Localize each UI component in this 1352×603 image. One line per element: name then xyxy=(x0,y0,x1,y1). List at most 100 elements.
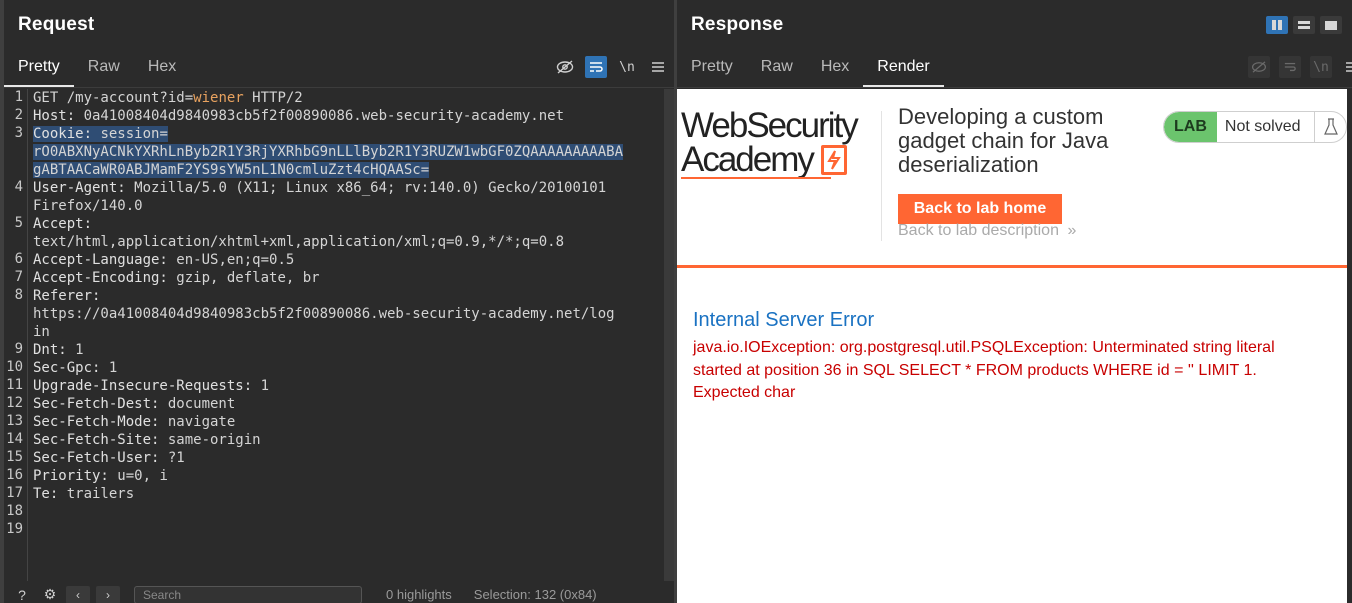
line-number: 4 xyxy=(14,179,23,195)
code-line[interactable]: Host: 0a41008404d9840983cb5f2f00890086.w… xyxy=(33,107,659,125)
code-line[interactable]: Referer: xyxy=(33,287,659,305)
search-next-button[interactable]: › xyxy=(96,585,120,603)
code-line[interactable]: GET /my-account?id=wiener HTTP/2 xyxy=(33,89,659,107)
header-name: Priority: xyxy=(33,468,118,484)
error-title: Internal Server Error xyxy=(693,309,875,331)
code-line[interactable]: Dnt: 1 xyxy=(33,341,659,359)
back-to-lab-description-link[interactable]: Back to lab description » xyxy=(898,222,1076,240)
request-tab-pretty[interactable]: Pretty xyxy=(4,50,74,88)
header-rule xyxy=(677,265,1347,268)
line-number: 16 xyxy=(6,467,23,483)
header-value: trailers xyxy=(66,486,135,502)
header-value: in xyxy=(33,324,50,340)
code-line[interactable]: Sec-Fetch-Dest: document xyxy=(33,395,659,413)
newline-toggle-button[interactable]: \n xyxy=(616,56,638,78)
code-line[interactable]: text/html,application/xhtml+xml,applicat… xyxy=(33,233,659,251)
header-name: Te: xyxy=(33,486,67,502)
header-value: GET /my-account?id= xyxy=(33,90,194,106)
line-number: 19 xyxy=(6,521,23,537)
header-value: u=0, i xyxy=(117,468,168,484)
settings-gear-icon[interactable]: ⚙ xyxy=(40,585,60,603)
lab-title: Developing a custom gadget chain for Jav… xyxy=(898,104,1109,177)
line-number: 6 xyxy=(14,251,23,267)
code-line[interactable]: Accept-Encoding: gzip, deflate, br xyxy=(33,269,659,287)
layout-side-by-side-icon[interactable] xyxy=(1266,16,1288,34)
layout-single-icon[interactable] xyxy=(1320,16,1342,34)
header-name: Sec-Fetch-Site: xyxy=(33,432,168,448)
request-scrollbar[interactable] xyxy=(664,89,674,581)
header-value: en-US,en;q=0.5 xyxy=(176,252,295,268)
line-number: 11 xyxy=(6,377,23,393)
layout-stacked-icon[interactable] xyxy=(1293,16,1315,34)
code-line[interactable]: Priority: u=0, i xyxy=(33,467,659,485)
code-line[interactable]: Sec-Fetch-Site: same-origin xyxy=(33,431,659,449)
request-tab-hex[interactable]: Hex xyxy=(134,50,190,88)
header-value: session= xyxy=(100,126,168,142)
menu-icon[interactable] xyxy=(1341,56,1352,78)
error-message: java.io.IOException: org.postgresql.util… xyxy=(693,339,1275,401)
line-number-gutter: 1 2 3 4 5 6 7 8 9 10 11 12 13 14 15 16 17 18 19 xyxy=(4,89,28,581)
header-name: Sec-Fetch-User: xyxy=(33,450,168,466)
code-line[interactable]: Accept-Language: en-US,en;q=0.5 xyxy=(33,251,659,269)
response-tab-raw[interactable]: Raw xyxy=(747,50,807,88)
code-line[interactable]: Sec-Fetch-Mode: navigate xyxy=(33,413,659,431)
header-value: wiener xyxy=(193,90,244,106)
response-tab-hex[interactable]: Hex xyxy=(807,50,863,88)
word-wrap-icon[interactable] xyxy=(585,56,607,78)
header-value: gABTAACaWR0ABJMamF2YS9sYW5nL1N0cmluZzt4c… xyxy=(33,162,430,178)
response-tabs: Pretty Raw Hex Render xyxy=(677,50,944,88)
header-value: 1 xyxy=(108,360,118,376)
request-title: Request xyxy=(18,14,95,35)
code-line[interactable]: Sec-Gpc: 1 xyxy=(33,359,659,377)
line-number: 5 xyxy=(14,215,23,231)
request-code[interactable]: GET /my-account?id=wiener HTTP/2 Host: 0a… xyxy=(33,89,659,539)
header-value: 1 xyxy=(260,378,270,394)
search-input[interactable]: Search xyxy=(134,585,362,603)
response-tab-render[interactable]: Render xyxy=(863,50,944,88)
request-tabs-divider xyxy=(4,87,674,88)
request-toolbar: \n xyxy=(545,56,669,78)
code-line[interactable]: Sec-Fetch-User: ?1 xyxy=(33,449,659,467)
header-value: Firefox/140.0 xyxy=(33,198,143,214)
request-tab-raw[interactable]: Raw xyxy=(74,50,134,88)
lightning-icon xyxy=(820,145,847,175)
menu-icon[interactable] xyxy=(647,56,669,78)
code-line[interactable] xyxy=(33,521,659,539)
header-value: same-origin xyxy=(167,432,261,448)
hide-nonprintable-icon[interactable] xyxy=(554,56,576,78)
line-number: 15 xyxy=(6,449,23,465)
code-line[interactable]: gABTAACaWR0ABJMamF2YS9sYW5nL1N0cmluZzt4c… xyxy=(33,161,659,179)
response-scrollbar[interactable] xyxy=(1347,89,1352,603)
request-editor[interactable]: 1 2 3 4 5 6 7 8 9 10 11 12 13 14 15 16 17 18 19 GET /my-ac… xyxy=(4,89,664,581)
search-prev-button[interactable]: ‹ xyxy=(66,585,90,603)
code-line[interactable]: User-Agent: Mozilla/5.0 (X11; Linux x86_… xyxy=(33,179,659,197)
help-icon[interactable]: ? xyxy=(12,585,32,603)
header-name: Upgrade-Insecure-Requests: xyxy=(33,378,261,394)
line-number: 12 xyxy=(6,395,23,411)
code-line[interactable]: Firefox/140.0 xyxy=(33,197,659,215)
header-value: text/html,application/xhtml+xml,applicat… xyxy=(33,234,565,250)
code-line[interactable]: Te: trailers xyxy=(33,485,659,503)
code-line[interactable]: Cookie: session= xyxy=(33,125,659,143)
web-security-academy-logo: WebSecurity Academy xyxy=(681,108,879,181)
line-number: 10 xyxy=(6,359,23,375)
header-value: navigate xyxy=(167,414,236,430)
code-line[interactable]: Upgrade-Insecure-Requests: 1 xyxy=(33,377,659,395)
lab-status-text: Not solved xyxy=(1224,118,1301,135)
code-line[interactable]: in xyxy=(33,323,659,341)
lab-tag: LAB xyxy=(1164,112,1217,142)
header-name: Accept-Encoding: xyxy=(33,270,177,286)
word-wrap-icon xyxy=(1279,56,1301,78)
back-to-lab-home-button[interactable]: Back to lab home xyxy=(898,194,1062,224)
response-tab-pretty[interactable]: Pretty xyxy=(677,50,747,88)
code-line[interactable]: https://0a41008404d9840983cb5f2f00890086… xyxy=(33,305,659,323)
header-name: Accept: xyxy=(33,216,93,232)
header-name: Sec-Fetch-Dest: xyxy=(33,396,168,412)
flask-icon xyxy=(1314,112,1346,142)
header-name: Sec-Fetch-Mode: xyxy=(33,414,168,430)
line-number: 18 xyxy=(6,503,23,519)
code-line[interactable] xyxy=(33,503,659,521)
header-value: rO0ABXNyACNkYXRhLnByb2R1Y3RjYXRhbG9nLLlB… xyxy=(33,144,624,160)
code-line[interactable]: rO0ABXNyACNkYXRhLnByb2R1Y3RjYXRhbG9nLLlB… xyxy=(33,143,659,161)
code-line[interactable]: Accept: xyxy=(33,215,659,233)
